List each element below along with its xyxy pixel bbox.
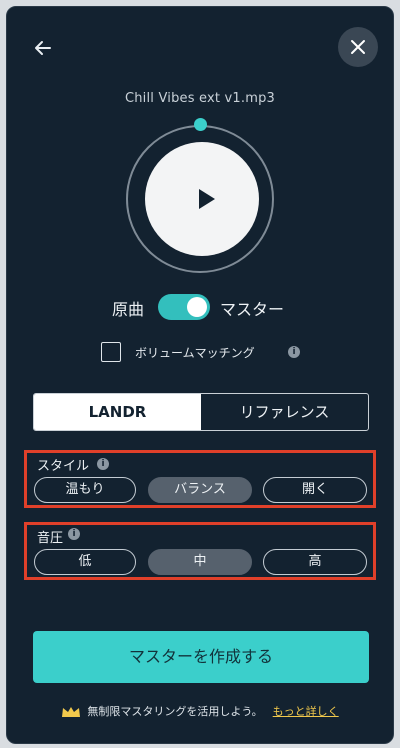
volume-matching-checkbox[interactable] [101,342,121,362]
style-option-warm[interactable]: 温もり [34,477,136,503]
style-option-balance[interactable]: バランス [148,477,252,503]
original-master-switch[interactable] [158,294,210,320]
mastering-mode-tabs: LANDR リファレンス [33,393,369,431]
style-option-open[interactable]: 開く [263,477,367,503]
original-label: 原曲 [112,300,145,319]
info-icon[interactable]: i [288,346,300,358]
volume-matching-label: ボリュームマッチング [135,346,255,360]
switch-thumb [187,297,207,317]
crown-icon [62,707,81,717]
progress-knob[interactable] [194,118,207,131]
loudness-option-low[interactable]: 低 [34,549,136,575]
promo-banner: 無制限マスタリングを活用しよう。 もっと詳しく [0,703,400,719]
close-button[interactable] [338,27,378,67]
style-section: スタイル i 温もり バランス 開く [24,450,376,508]
create-master-button[interactable]: マスターを作成する [33,631,369,683]
loudness-option-high[interactable]: 高 [263,549,367,575]
arrow-left-icon [35,41,51,55]
original-master-toggle-row: 原曲 マスター [0,294,400,320]
loudness-option-medium[interactable]: 中 [148,549,252,575]
close-icon [351,40,365,54]
info-icon[interactable]: i [68,528,80,540]
learn-more-link[interactable]: もっと詳しく [273,705,339,718]
play-icon [199,189,215,209]
play-button[interactable] [145,142,259,256]
loudness-title: 音圧 [37,531,64,546]
tab-landr[interactable]: LANDR [34,394,201,430]
promo-text: 無制限マスタリングを活用しよう。 [87,705,263,718]
style-title: スタイル [37,459,90,474]
loudness-section: 音圧 i 低 中 高 [24,522,376,580]
tab-reference[interactable]: リファレンス [201,394,368,430]
track-filename: Chill Vibes ext v1.mp3 [124,91,276,106]
info-icon[interactable]: i [97,458,109,470]
back-button[interactable] [28,36,58,60]
master-label: マスター [220,300,285,319]
